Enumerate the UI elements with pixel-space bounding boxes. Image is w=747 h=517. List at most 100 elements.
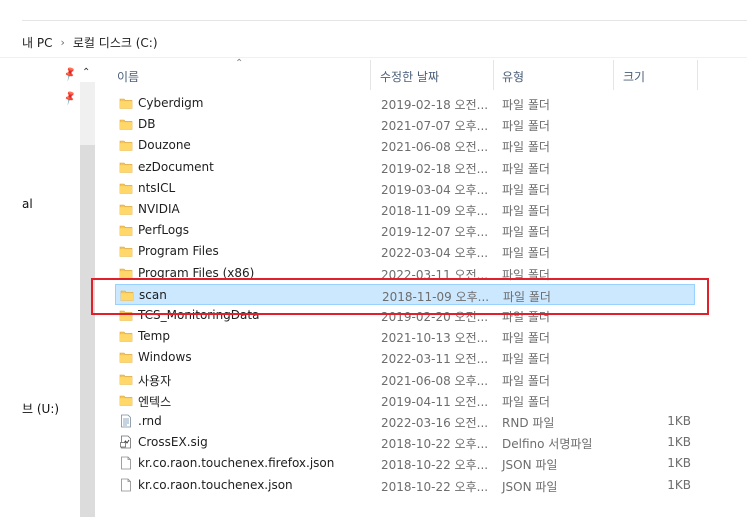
file-name: ezDocument (138, 159, 214, 174)
folder-icon (119, 223, 133, 237)
file-type: 파일 폴더 (502, 394, 550, 409)
file-modified: 2019-03-04 오후... (381, 182, 489, 197)
file-row[interactable]: Program Files (x86) 2022-03-11 오전... 파일 폴더 (115, 263, 695, 284)
folder-icon (119, 372, 133, 386)
divider (0, 57, 747, 58)
pin-icon[interactable]: 📌 (62, 67, 78, 83)
column-header-name[interactable]: 이름 (117, 68, 139, 85)
file-type: 파일 폴더 (502, 225, 550, 240)
folder-icon (119, 244, 133, 258)
file-row[interactable]: Douzone 2021-06-08 오전... 파일 폴더 (115, 135, 695, 156)
file-row[interactable]: PerfLogs 2019-12-07 오후... 파일 폴더 (115, 220, 695, 241)
file-row[interactable]: scan 2018-11-09 오후... 파일 폴더 (115, 283, 695, 305)
file-row[interactable]: .rnd 2022-03-16 오전... RND 파일 1KB (115, 411, 695, 432)
file-row[interactable]: 엔텍스 2019-04-11 오전... 파일 폴더 (115, 390, 695, 411)
collapse-up-icon[interactable]: ⌃ (82, 67, 90, 78)
file-size: 1KB (667, 414, 691, 428)
file-row[interactable]: kr.co.raon.touchenex.json 2018-10-22 오후..… (115, 475, 695, 496)
file-modified: 2018-11-09 오후... (382, 289, 490, 304)
file-row[interactable]: ntsICL 2019-03-04 오후... 파일 폴더 (115, 178, 695, 199)
folder-icon (119, 329, 133, 343)
folder-icon (119, 96, 133, 110)
column-divider[interactable] (613, 60, 614, 90)
file-type: RND 파일 (502, 416, 555, 430)
file-modified: 2019-12-07 오후... (381, 225, 489, 240)
file-row[interactable]: Program Files 2022-03-04 오후... 파일 폴더 (115, 241, 695, 262)
file-row[interactable]: TCS_MonitoringData 2019-02-20 오전... 파일 폴더 (115, 305, 695, 326)
file-name: NVIDIA (138, 202, 180, 216)
file-modified: 2018-10-22 오후... (381, 437, 489, 452)
breadcrumb: 내 PC › 로컬 디스크 (C:) (22, 33, 158, 51)
file-row[interactable]: 사용자 2021-06-08 오후... 파일 폴더 (115, 369, 695, 390)
file-size: 1KB (667, 477, 691, 492)
folder-icon (120, 288, 134, 302)
column-divider[interactable] (697, 60, 698, 90)
file-size: 1KB (667, 435, 691, 450)
file-type: 파일 폴더 (502, 331, 550, 346)
file-type: 파일 폴더 (502, 204, 550, 218)
file-modified: 2018-11-09 오후... (381, 204, 489, 218)
file-row[interactable]: Cyberdigm 2019-02-18 오전... 파일 폴더 (115, 93, 695, 114)
file-type: 파일 폴더 (503, 289, 551, 304)
file-modified: 2021-07-07 오후... (381, 119, 489, 134)
file-type: 파일 폴더 (502, 246, 550, 261)
file-name: Program Files (x86) (138, 265, 255, 280)
column-divider[interactable] (493, 60, 494, 90)
file-name: ntsICL (138, 180, 176, 195)
file-modified: 2019-02-18 오전... (381, 161, 489, 176)
file-modified: 2022-03-11 오전... (381, 267, 489, 282)
breadcrumb-separator-icon[interactable]: › (60, 36, 64, 49)
breadcrumb-item-my-pc[interactable]: 내 PC (22, 34, 52, 51)
file-name: Windows (138, 350, 192, 365)
folder-icon (119, 160, 133, 174)
file-modified: 2022-03-04 오후... (381, 246, 489, 261)
folder-icon (119, 202, 133, 216)
file-name: CrossEX.sig (138, 435, 208, 450)
file-name: 사용자 (138, 373, 172, 388)
file-row[interactable]: Windows 2022-03-11 오전... 파일 폴더 (115, 347, 695, 368)
navigation-pane: 📌 📌 ⌃ al 브 (U:) (0, 60, 100, 517)
file-modified: 2019-02-20 오전... (381, 310, 489, 324)
file-modified: 2022-03-16 오전... (381, 416, 489, 430)
file-name: kr.co.raon.touchenex.json (138, 477, 293, 492)
nav-item-drive-u[interactable]: 브 (U:) (22, 400, 59, 417)
file-row[interactable]: kr.co.raon.touchenex.firefox.json 2018-10… (115, 453, 695, 474)
folder-icon (119, 393, 133, 407)
file-list: 이름 ⌃ 수정한 날짜 유형 크기 Cyberdigm 2019-02-18 오전… (105, 58, 747, 517)
file-row[interactable]: CrossEX.sig 2018-10-22 오후... Delfino 서명파일 1… (115, 432, 695, 453)
folder-icon (119, 117, 133, 131)
column-header-row: 이름 ⌃ 수정한 날짜 유형 크기 (105, 58, 747, 90)
column-header-type[interactable]: 유형 (502, 68, 524, 85)
file-name: 엔텍스 (138, 394, 172, 409)
file-modified: 2019-04-11 오전... (381, 394, 489, 409)
text-file-icon (119, 414, 133, 428)
file-name: DB (138, 117, 156, 132)
file-modified: 2021-06-08 오전... (381, 140, 489, 155)
folder-icon (119, 308, 133, 322)
breadcrumb-item-local-disk[interactable]: 로컬 디스크 (C:) (73, 34, 158, 51)
file-modified: 2021-10-13 오전... (381, 331, 489, 346)
blank-file-icon (119, 478, 133, 492)
file-row[interactable]: ezDocument 2019-02-18 오전... 파일 폴더 (115, 157, 695, 178)
nav-scrollbar-thumb[interactable] (80, 145, 95, 517)
file-size: 1KB (667, 456, 691, 471)
pin-icon[interactable]: 📌 (62, 91, 78, 107)
file-modified: 2019-02-18 오전... (381, 98, 489, 112)
file-type: JSON 파일 (502, 479, 558, 494)
nav-item-partial[interactable]: al (22, 197, 33, 211)
column-header-modified[interactable]: 수정한 날짜 (380, 68, 439, 85)
folder-icon (119, 181, 133, 195)
file-name: .rnd (138, 414, 162, 428)
file-row[interactable]: DB 2021-07-07 오후... 파일 폴더 (115, 114, 695, 135)
file-row[interactable]: NVIDIA 2018-11-09 오후... 파일 폴더 (115, 199, 695, 220)
file-type: 파일 폴더 (502, 373, 550, 388)
blank-file-icon (119, 456, 133, 470)
file-name: Temp (138, 329, 170, 344)
file-type: JSON 파일 (502, 458, 558, 473)
column-divider[interactable] (370, 60, 371, 90)
column-header-size[interactable]: 크기 (623, 68, 645, 85)
sort-ascending-icon: ⌃ (235, 58, 244, 69)
file-type: 파일 폴더 (502, 161, 550, 176)
file-row[interactable]: Temp 2021-10-13 오전... 파일 폴더 (115, 326, 695, 347)
file-type: 파일 폴더 (502, 267, 550, 282)
